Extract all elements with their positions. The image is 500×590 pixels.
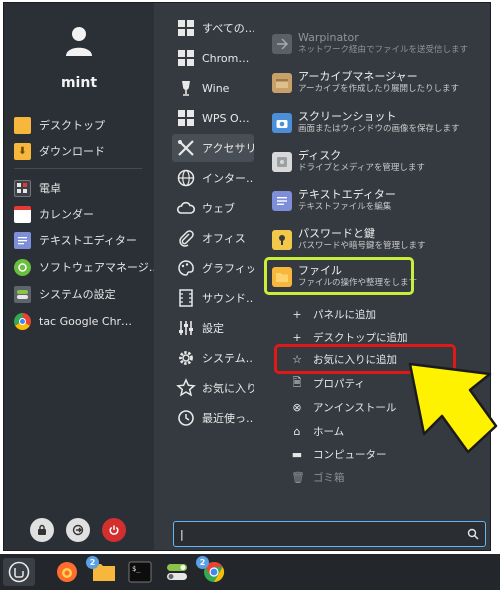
app-passwords-and-keys[interactable]: パスワードと鍵 パスワードや暗号鍵を管理します [272, 222, 482, 258]
favorite-text-editor[interactable]: テキストエディター [14, 229, 154, 251]
user-name: mint [60, 75, 98, 91]
computer-icon: ▬ [291, 447, 303, 461]
menu-content: すべての… Chrom… Wine WPS O… アクセサリ インター… ウェブ [154, 3, 490, 550]
disk-icon [272, 152, 292, 172]
category-sound-video[interactable]: サウンド… [172, 284, 254, 312]
grid-icon [178, 110, 194, 126]
logout-button[interactable] [66, 518, 90, 542]
warpinator-icon [272, 34, 292, 54]
yellow-arrow-annotation [408, 362, 498, 454]
user-avatar-icon[interactable] [61, 23, 97, 59]
favorite-calculator[interactable]: 電卓 [14, 177, 154, 199]
context-trash[interactable]: 🗑 ゴミ箱 [291, 467, 471, 487]
chrome-window-count-badge: 2 [196, 556, 209, 569]
taskbar-system-settings-launcher[interactable] [162, 558, 192, 586]
lock-screen-button[interactable] [30, 518, 54, 542]
system-settings-icon [167, 564, 187, 580]
folder-icon [14, 116, 31, 134]
files-window-count-badge: 2 [86, 556, 99, 569]
system-settings-icon [14, 285, 31, 303]
power-icon [109, 525, 119, 535]
app-archive-manager[interactable]: アーカイブマネージャー アーカイブを作成したり展開したりします [272, 65, 482, 101]
category-chrome-apps[interactable]: Chrom… [172, 44, 254, 72]
mint-menu-button[interactable] [3, 558, 35, 586]
lock-icon [38, 524, 46, 535]
application-menu: mint デスクトップ ⬇ ダウンロード 電卓 カレンダー テキストエディター [3, 2, 491, 551]
trash-icon: 🗑 [291, 470, 305, 484]
palette-icon [178, 260, 194, 276]
category-web[interactable]: ウェブ [172, 194, 254, 222]
film-icon [179, 289, 193, 307]
app-warpinator[interactable]: Warpinator ネットワーク経由でファイルを送受信します [272, 26, 482, 62]
category-settings[interactable]: 設定 [172, 314, 254, 342]
favorite-downloads[interactable]: ⬇ ダウンロード [14, 140, 154, 162]
cloud-icon [176, 201, 196, 214]
favorite-desktop[interactable]: デスクトップ [14, 114, 154, 136]
app-disks[interactable]: ディスク ドライブとメディアを管理します [272, 144, 482, 180]
favorite-system-settings[interactable]: システムの設定 [14, 283, 154, 305]
uninstall-icon: ⊗ [292, 400, 302, 414]
calendar-icon [14, 205, 31, 223]
firefox-icon [57, 562, 77, 582]
category-favorites[interactable]: お気に入り [172, 374, 254, 402]
text-editor-icon [272, 191, 292, 211]
download-folder-icon: ⬇ [14, 142, 31, 160]
search-input[interactable] [180, 527, 460, 541]
svg-text:$_: $_ [132, 565, 141, 573]
tools-icon [178, 140, 194, 156]
favorite-google-chrome[interactable]: tac Google Chr… [14, 310, 154, 332]
wine-glass-icon [182, 81, 190, 96]
category-all-applications[interactable]: すべての… [172, 14, 254, 42]
calculator-icon [14, 179, 31, 197]
logout-icon [72, 524, 84, 536]
paperclip-icon [179, 230, 194, 247]
category-wine[interactable]: Wine [172, 74, 254, 102]
taskbar-firefox-launcher[interactable] [52, 558, 82, 586]
grid-icon [178, 20, 194, 36]
favorites-divider [14, 168, 142, 169]
app-screenshot[interactable]: スクリーンショット 画面またはウィンドウの画像を保存します [272, 105, 482, 141]
category-system[interactable]: システム… [172, 344, 254, 372]
sliders-icon [179, 321, 193, 335]
archive-manager-icon [272, 73, 292, 93]
terminal-icon: $_ [128, 561, 152, 583]
category-accessories[interactable]: アクセサリ [172, 134, 254, 162]
category-internet[interactable]: インター… [172, 164, 254, 192]
home-icon: ⌂ [293, 424, 301, 438]
text-editor-icon [14, 231, 31, 249]
clock-icon [178, 410, 194, 426]
files-highlight-annotation [264, 257, 414, 295]
taskbar-google-chrome-launcher[interactable]: 2 [196, 556, 229, 586]
category-wps-office[interactable]: WPS O… [172, 104, 254, 132]
properties-icon: 🗎 [292, 375, 302, 389]
gear-icon [179, 351, 193, 365]
taskbar-files-launcher[interactable]: 2 [86, 556, 119, 586]
shutdown-button[interactable] [102, 518, 126, 542]
search-icon[interactable] [467, 528, 479, 540]
taskbar-panel: 2 $_ 2 [0, 554, 500, 590]
key-icon [272, 230, 292, 250]
context-add-to-panel[interactable]: + パネルに追加 [291, 304, 471, 324]
search-box[interactable] [173, 521, 486, 547]
plus-icon: + [292, 307, 302, 321]
app-text-editor[interactable]: テキストエディター テキストファイルを編集 [272, 183, 482, 219]
star-icon [176, 378, 196, 397]
software-manager-icon [14, 258, 31, 276]
linux-mint-logo-icon [8, 561, 30, 583]
category-recent-files[interactable]: 最近使っ… [172, 404, 254, 432]
globe-icon [177, 169, 195, 187]
taskbar-terminal-launcher[interactable]: $_ [125, 558, 155, 586]
plus-icon: + [292, 330, 302, 344]
category-office[interactable]: オフィス [172, 224, 254, 252]
favorite-software-manager[interactable]: ソフトウェアマネージ… [14, 256, 154, 278]
grid-icon [178, 50, 194, 66]
favorite-calendar[interactable]: カレンダー [14, 203, 154, 225]
chrome-icon [14, 312, 31, 330]
camera-icon [272, 113, 292, 133]
menu-sidebar: mint デスクトップ ⬇ ダウンロード 電卓 カレンダー テキストエディター [4, 3, 154, 550]
category-graphics[interactable]: グラフィッ… [172, 254, 254, 282]
